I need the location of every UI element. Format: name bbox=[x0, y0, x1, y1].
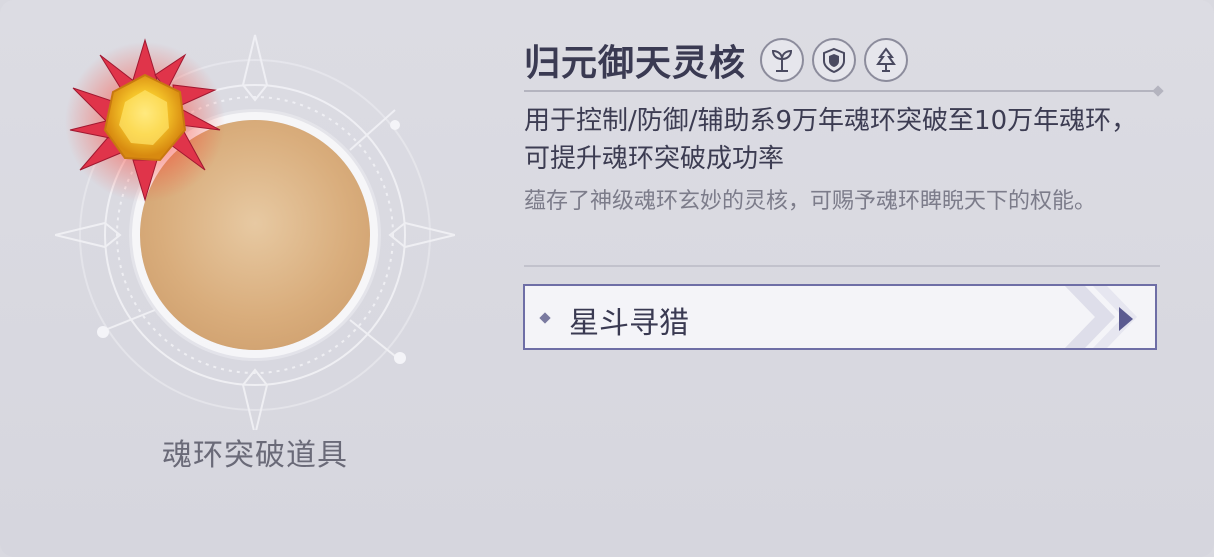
item-title: 归元御天灵核 bbox=[524, 42, 747, 84]
stripe-decoration bbox=[1065, 286, 1137, 348]
item-title-row: 归元御天灵核 bbox=[524, 34, 909, 86]
source-label: 星斗寻猎 bbox=[569, 306, 689, 341]
item-category-label: 魂环突破道具 bbox=[162, 438, 348, 473]
play-arrow-icon bbox=[1119, 307, 1133, 331]
source-stardou-hunt-button[interactable]: 星斗寻猎 bbox=[523, 284, 1157, 350]
item-description: 用于控制/防御/辅助系9万年魂环突破至10万年魂环，可提升魂环突破成功率 bbox=[524, 106, 1138, 174]
core-gem-icon bbox=[65, 38, 225, 202]
item-emblem bbox=[55, 30, 455, 430]
bullet-diamond-icon bbox=[539, 312, 551, 324]
defense-shield-icon[interactable] bbox=[812, 38, 857, 82]
item-lore-text: 蕴存了神级魂环玄妙的灵核，可赐予魂环睥睨天下的权能。 bbox=[524, 189, 1097, 214]
title-divider bbox=[524, 90, 1158, 92]
item-detail-panel: 魂环突破道具 归元御天灵核 用于控制/防御/辅助系9万年魂环突破至10万年魂环，… bbox=[0, 0, 1214, 557]
section-divider bbox=[524, 265, 1160, 267]
support-tree-icon[interactable] bbox=[864, 38, 909, 82]
control-sprout-icon[interactable] bbox=[760, 38, 805, 82]
